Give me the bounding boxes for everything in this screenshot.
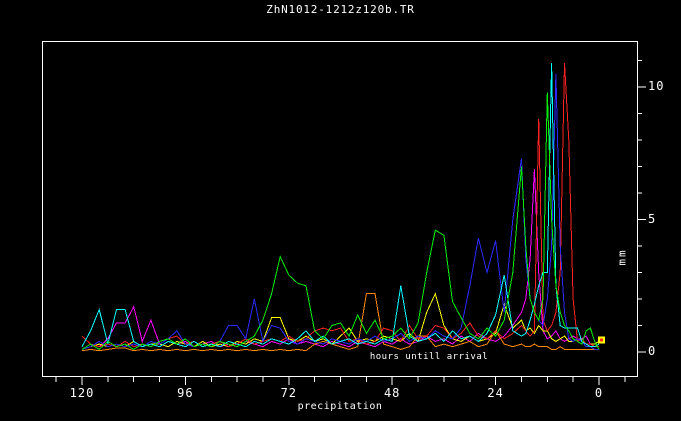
series-line-member-magenta	[82, 169, 599, 349]
y-tick-label: 5	[648, 212, 656, 226]
hours-until-arrival-label: hours untill arrival	[370, 352, 488, 362]
meteogram-window: ZhN1012-1212z120b.TR hours untill arriva…	[0, 0, 681, 421]
x-tick-label: 96	[177, 386, 193, 400]
x-tick-label: 120	[70, 386, 95, 400]
series-line-member-red	[82, 63, 599, 347]
end-marker-center	[600, 339, 603, 342]
y-tick-label: 0	[648, 344, 656, 358]
series-line-member-orange	[82, 294, 599, 351]
x-axis-title: precipitation	[298, 401, 383, 412]
x-tick-label: 24	[487, 386, 503, 400]
x-tick-label: 48	[384, 386, 400, 400]
y-tick-label: 10	[648, 79, 664, 93]
plot-canvas	[0, 0, 681, 421]
series-line-member-cyan	[82, 63, 599, 347]
x-tick-label: 0	[595, 386, 603, 400]
series-line-member-blue	[82, 74, 599, 350]
x-tick-label: 72	[281, 386, 297, 400]
y-axis-unit-label: mm	[616, 248, 629, 265]
